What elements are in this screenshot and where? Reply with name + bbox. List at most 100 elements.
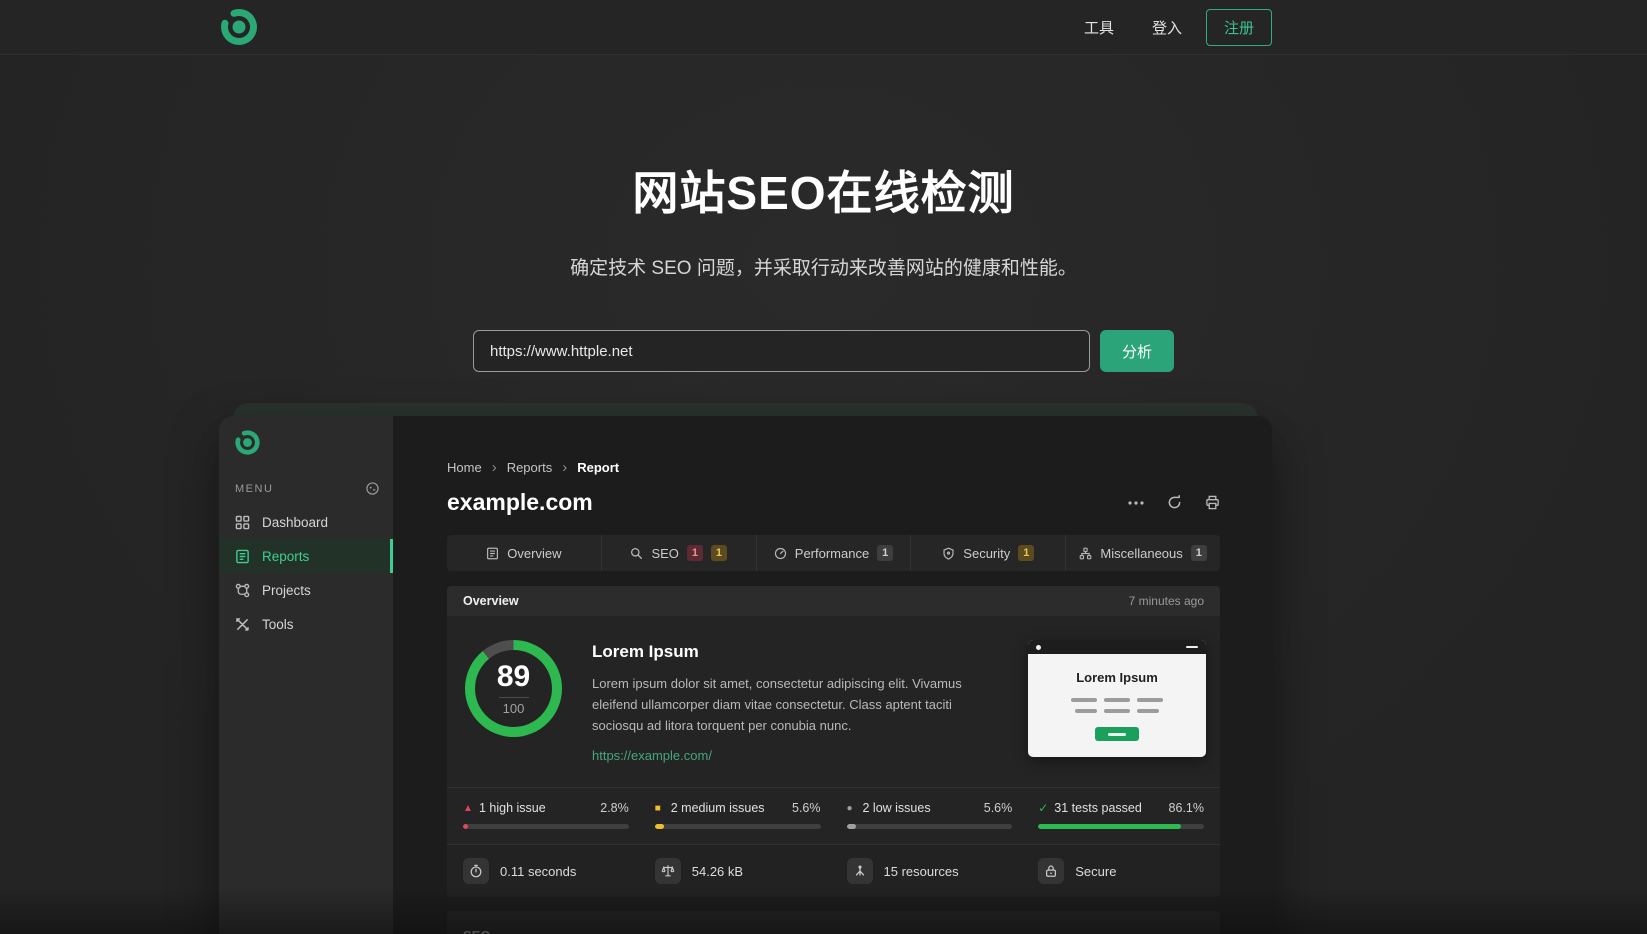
tab-security[interactable]: Security 1 xyxy=(910,535,1065,571)
stat-percent: 2.8% xyxy=(600,801,629,815)
breadcrumb-report: Report xyxy=(577,460,619,475)
tab-label: Performance xyxy=(795,546,869,561)
report-content: Home › Reports › Report example.com xyxy=(393,416,1272,934)
sidebar-item-label: Projects xyxy=(262,583,311,598)
print-icon[interactable] xyxy=(1205,495,1220,510)
sitemap-icon xyxy=(1079,547,1092,560)
site-description: Lorem ipsum dolor sit amet, consectetur … xyxy=(592,674,1000,736)
report-domain-title: example.com xyxy=(447,489,1128,516)
page-subtitle: 确定技术 SEO 问题，并采取行动来改善网站的健康和性能。 xyxy=(0,253,1647,280)
top-navbar: 工具 登入 注册 xyxy=(0,0,1647,55)
register-button[interactable]: 注册 xyxy=(1206,9,1272,46)
sidebar-item-dashboard[interactable]: Dashboard xyxy=(219,505,393,539)
metric-label: 54.26 kB xyxy=(692,864,743,879)
progress-fill xyxy=(463,824,468,829)
search-icon xyxy=(630,547,643,560)
tab-overview[interactable]: Overview xyxy=(447,535,601,571)
seo-panel-title: SEO xyxy=(463,928,490,934)
site-preview-thumbnail: Lorem Ipsum xyxy=(1028,640,1206,757)
report-timestamp: 7 minutes ago xyxy=(1129,594,1204,608)
url-input[interactable] xyxy=(473,330,1090,372)
progress-fill xyxy=(1038,824,1181,829)
report-icon xyxy=(235,549,250,564)
collapse-circle-icon[interactable] xyxy=(366,482,379,495)
metric-page-size: 54.26 kB xyxy=(655,858,821,884)
nav-link-login[interactable]: 登入 xyxy=(1152,17,1182,38)
lock-icon xyxy=(1038,858,1064,884)
preview-title: Lorem Ipsum xyxy=(1076,670,1158,685)
circle-icon: ● xyxy=(847,803,863,814)
metrics-row: 0.11 seconds 54.26 kB xyxy=(447,844,1220,897)
stat-percent: 5.6% xyxy=(984,801,1013,815)
metric-resources: 15 resources xyxy=(847,858,1013,884)
site-title: Lorem Ipsum xyxy=(592,642,1000,662)
gauge-icon xyxy=(774,547,787,560)
breadcrumb-separator: › xyxy=(562,459,567,476)
seo-panel: SEO xyxy=(447,911,1220,934)
metric-load-time: 0.11 seconds xyxy=(463,858,629,884)
tab-label: Overview xyxy=(507,546,561,561)
metric-label: 0.11 seconds xyxy=(500,864,576,879)
stat-label: 2 low issues xyxy=(863,801,984,815)
preview-placeholder-lines xyxy=(1071,698,1163,713)
metric-label: 15 resources xyxy=(884,864,959,879)
stat-high-issues: ▲ 1 high issue 2.8% xyxy=(463,801,629,829)
overview-icon xyxy=(486,547,499,560)
sidebar-item-reports[interactable]: Reports xyxy=(219,539,393,573)
stat-medium-issues: ■ 2 medium issues 5.6% xyxy=(655,801,821,829)
overview-panel: Overview 7 minutes ago 89 100 Lorem Ipsu… xyxy=(447,586,1220,897)
metric-secure: Secure xyxy=(1038,858,1204,884)
breadcrumb-reports[interactable]: Reports xyxy=(507,460,553,475)
stopwatch-icon xyxy=(463,858,489,884)
high-issue-badge: 1 xyxy=(687,545,703,561)
neutral-badge: 1 xyxy=(1191,545,1207,561)
square-icon: ■ xyxy=(655,803,671,814)
stat-percent: 86.1% xyxy=(1169,801,1204,815)
grid-icon xyxy=(235,515,250,530)
stat-label: 1 high issue xyxy=(479,801,600,815)
breadcrumb: Home › Reports › Report xyxy=(447,459,1220,476)
stat-low-issues: ● 2 low issues 5.6% xyxy=(847,801,1013,829)
medium-issue-badge: 1 xyxy=(1018,545,1034,561)
sidebar-item-label: Tools xyxy=(262,617,294,632)
refresh-icon[interactable] xyxy=(1167,495,1182,510)
tab-performance[interactable]: Performance 1 xyxy=(756,535,911,571)
window-menu-icon xyxy=(1186,646,1198,649)
analyze-button[interactable]: 分析 xyxy=(1100,330,1174,372)
brand-logo-icon[interactable] xyxy=(219,7,259,47)
scale-icon xyxy=(655,858,681,884)
sidebar-logo-icon[interactable] xyxy=(234,429,393,456)
browser-titlebar xyxy=(1028,640,1206,654)
overview-panel-title: Overview xyxy=(463,594,519,608)
tab-label: Miscellaneous xyxy=(1100,546,1182,561)
sidebar-item-projects[interactable]: Projects xyxy=(219,573,393,607)
preview-green-button xyxy=(1095,727,1139,741)
stat-label: 31 tests passed xyxy=(1054,801,1168,815)
tab-label: Security xyxy=(963,546,1010,561)
score-value: 89 xyxy=(497,662,530,692)
shield-icon xyxy=(942,547,955,560)
tab-seo[interactable]: SEO 1 1 xyxy=(601,535,756,571)
more-icon[interactable] xyxy=(1128,501,1144,505)
triangle-icon: ▲ xyxy=(463,803,479,814)
stat-label: 2 medium issues xyxy=(671,801,792,815)
issue-stats-row: ▲ 1 high issue 2.8% ■ 2 medium issues 5.… xyxy=(447,787,1220,844)
projects-icon xyxy=(235,583,250,598)
sidebar-item-label: Dashboard xyxy=(262,515,328,530)
medium-issue-badge: 1 xyxy=(711,545,727,561)
stat-percent: 5.6% xyxy=(792,801,821,815)
tab-miscellaneous[interactable]: Miscellaneous 1 xyxy=(1065,535,1220,571)
sidebar-item-tools[interactable]: Tools xyxy=(219,607,393,641)
breadcrumb-separator: › xyxy=(492,459,497,476)
neutral-badge: 1 xyxy=(877,545,893,561)
progress-fill xyxy=(847,824,856,829)
check-icon: ✓ xyxy=(1038,801,1054,815)
stat-tests-passed: ✓ 31 tests passed 86.1% xyxy=(1038,801,1204,829)
report-card: MENU Dashboard xyxy=(219,416,1272,934)
nav-link-tools[interactable]: 工具 xyxy=(1084,17,1114,38)
window-dot-icon xyxy=(1036,645,1041,650)
site-url-link[interactable]: https://example.com/ xyxy=(592,748,712,763)
resources-icon xyxy=(847,858,873,884)
breadcrumb-home[interactable]: Home xyxy=(447,460,482,475)
sidebar-item-label: Reports xyxy=(262,549,309,564)
